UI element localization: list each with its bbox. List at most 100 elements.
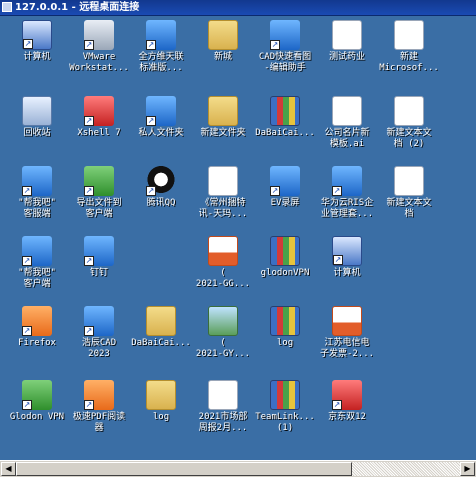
export-icon: ↗ [84, 166, 114, 196]
desktop-icon[interactable]: 新建文本文 档 [380, 166, 438, 236]
desktop-icon[interactable]: ↗ EV录屏 [256, 166, 314, 236]
desktop-icon[interactable]: glodonVPN [256, 236, 314, 306]
desktop-icon-label: DaBaiCai... [131, 338, 191, 348]
desktop-icon[interactable]: 测试药业 [318, 20, 376, 90]
desktop-icon[interactable]: ↗ 计算机 [8, 20, 66, 90]
desktop-icon[interactable]: ( 2021-GY... [194, 306, 252, 376]
desktop-icon-label: 新建 Microsof... [379, 52, 439, 73]
desktop-icon-label: TeamLink... (1) [255, 412, 315, 433]
desktop-icon[interactable]: DaBaiCai... [255, 96, 315, 166]
desktop-icon-label: 《常州捆特 讯-天玛... [198, 198, 248, 219]
text-file-icon [394, 166, 424, 196]
desktop-icon[interactable]: ↗ 京东双12 [318, 380, 376, 450]
desktop-icon-label: 回收站 [23, 128, 51, 138]
desktop-icon[interactable]: 新建文本文 档 (2) [380, 96, 438, 166]
desktop-icon-label: 江苏电信电 子发票-2... [319, 338, 375, 359]
desktop-icon-label: log [152, 412, 170, 422]
shortcut-arrow-icon: ↗ [270, 186, 280, 196]
desktop-icon-label: Xshell 7 [77, 128, 121, 138]
horizontal-scrollbar[interactable]: ◀ ▶ [0, 460, 476, 477]
cloud-app-icon: ↗ [332, 166, 362, 196]
desktop-icon[interactable]: TeamLink... (1) [255, 380, 315, 450]
desktop-icon[interactable]: 2021市场部 周报2月... [194, 380, 252, 450]
desktop-icon-label: 计算机 [23, 52, 51, 62]
scroll-left-button[interactable]: ◀ [1, 462, 16, 476]
shortcut-arrow-icon: ↗ [84, 256, 94, 266]
shortcut-arrow-icon: ↗ [84, 400, 94, 410]
shortcut-arrow-icon: ↗ [22, 326, 32, 336]
remote-desktop-icon [2, 2, 12, 12]
desktop-icon-label: 华为云RIS企 业管理套... [320, 198, 374, 219]
desktop-icon-label: 新城 [213, 52, 232, 62]
window-title: 127.0.0.1 - 远程桌面连接 [15, 2, 140, 13]
desktop-icon[interactable]: ↗ 钉钉 [70, 236, 128, 306]
shortcut-arrow-icon: ↗ [84, 326, 94, 336]
desktop-icon[interactable]: 江苏电信电 子发票-2... [318, 306, 376, 376]
desktop-icon[interactable]: ↗ Glodon VPN [8, 380, 66, 450]
desktop-icon[interactable]: ↗ VMware Workstat... [69, 20, 129, 90]
helper-icon: ↗ [22, 166, 52, 196]
folder-icon [146, 380, 176, 410]
vmware-icon: ↗ [84, 20, 114, 50]
text-file-icon [394, 96, 424, 126]
shortcut-arrow-icon: ↗ [270, 40, 280, 50]
desktop-icon[interactable]: ( 2021-GG... [194, 236, 252, 306]
desktop-icon[interactable]: ↗ 计算机 [318, 236, 376, 306]
scroll-thumb[interactable] [16, 462, 352, 476]
desktop-icon-label: 新建文本文 档 [386, 198, 432, 219]
desktop-icon[interactable]: 新建文件夹 [194, 96, 252, 166]
shortcut-arrow-icon: ↗ [146, 186, 156, 196]
desktop-icon-label: 私人文件夹 [138, 128, 184, 138]
helper-icon: ↗ [22, 236, 52, 266]
qq-icon: ↗ [146, 166, 176, 196]
desktop-icon[interactable]: ↗ 全方维天联 标准版... [132, 20, 190, 90]
desktop-icon[interactable]: ↗ 极速PDF阅读 器 [70, 380, 128, 450]
desktop-icon-label: 测试药业 [328, 52, 365, 62]
desktop-icon-label: Glodon VPN [9, 412, 65, 422]
shortcut-arrow-icon: ↗ [146, 40, 156, 50]
desktop-icon-label: 钉钉 [89, 268, 108, 278]
desktop-icon[interactable]: ↗ "帮我吧" 客户端 [8, 236, 66, 306]
archive-icon [270, 236, 300, 266]
desktop-icon[interactable]: 《常州捆特 讯-天玛... [194, 166, 252, 236]
desktop-icon[interactable]: ↗ 导出文件到 客户端 [70, 166, 128, 236]
desktop-icon[interactable]: ↗ 华为云RIS企 业管理套... [318, 166, 376, 236]
document-icon [332, 20, 362, 50]
app-icon: ↗ [146, 20, 176, 50]
desktop-icon-label: 2021市场部 周报2月... [198, 412, 248, 433]
archive-icon [270, 96, 300, 126]
desktop-icon[interactable]: ↗ Firefox [8, 306, 66, 376]
desktop-icon[interactable]: 新建 Microsof... [379, 20, 439, 90]
image-icon [208, 306, 238, 336]
cad-icon: ↗ [84, 306, 114, 336]
desktop-icon-label: log [276, 338, 294, 348]
computer-icon: ↗ [332, 236, 362, 266]
desktop-icon[interactable]: ↗ 私人文件夹 [132, 96, 190, 166]
folder-icon [146, 306, 176, 336]
scroll-track[interactable] [352, 462, 460, 476]
shortcut-arrow-icon: ↗ [84, 40, 94, 50]
desktop-icon-label: 新建文本文 档 (2) [386, 128, 432, 149]
recycle-bin-icon [22, 96, 52, 126]
shortcut-arrow-icon: ↗ [332, 186, 342, 196]
desktop-icon[interactable]: ↗ 腾讯QQ [132, 166, 190, 236]
desktop-icon[interactable]: ↗ CAD快速看图 -编辑助手 [256, 20, 314, 90]
scroll-right-button[interactable]: ▶ [460, 462, 475, 476]
desktop-icon[interactable]: DaBaiCai... [131, 306, 191, 376]
desktop-icon[interactable]: 新城 [194, 20, 252, 90]
desktop-icon-label: 极速PDF阅读 器 [72, 412, 126, 433]
desktop-icon[interactable]: ↗ 浩辰CAD 2023 [70, 306, 128, 376]
desktop-icon[interactable]: 公司名片新 模板.ai [318, 96, 376, 166]
desktop-icon[interactable]: log [132, 380, 190, 450]
remote-desktop-titlebar[interactable]: 127.0.0.1 - 远程桌面连接 [0, 0, 476, 16]
glodon-vpn-icon: ↗ [22, 380, 52, 410]
desktop-icon-label: 计算机 [333, 268, 361, 278]
shortcut-arrow-icon: ↗ [146, 116, 156, 126]
desktop-icon-label: ( 2021-GG... [195, 268, 251, 289]
desktop-icon[interactable]: log [256, 306, 314, 376]
shortcut-arrow-icon: ↗ [333, 255, 343, 265]
desktop-icon[interactable]: ↗ Xshell 7 [70, 96, 128, 166]
desktop-icon[interactable]: 回收站 [8, 96, 66, 166]
desktop-icon-label: 京东双12 [328, 412, 366, 422]
desktop-icon[interactable]: ↗ "帮我吧" 客服端 [8, 166, 66, 236]
